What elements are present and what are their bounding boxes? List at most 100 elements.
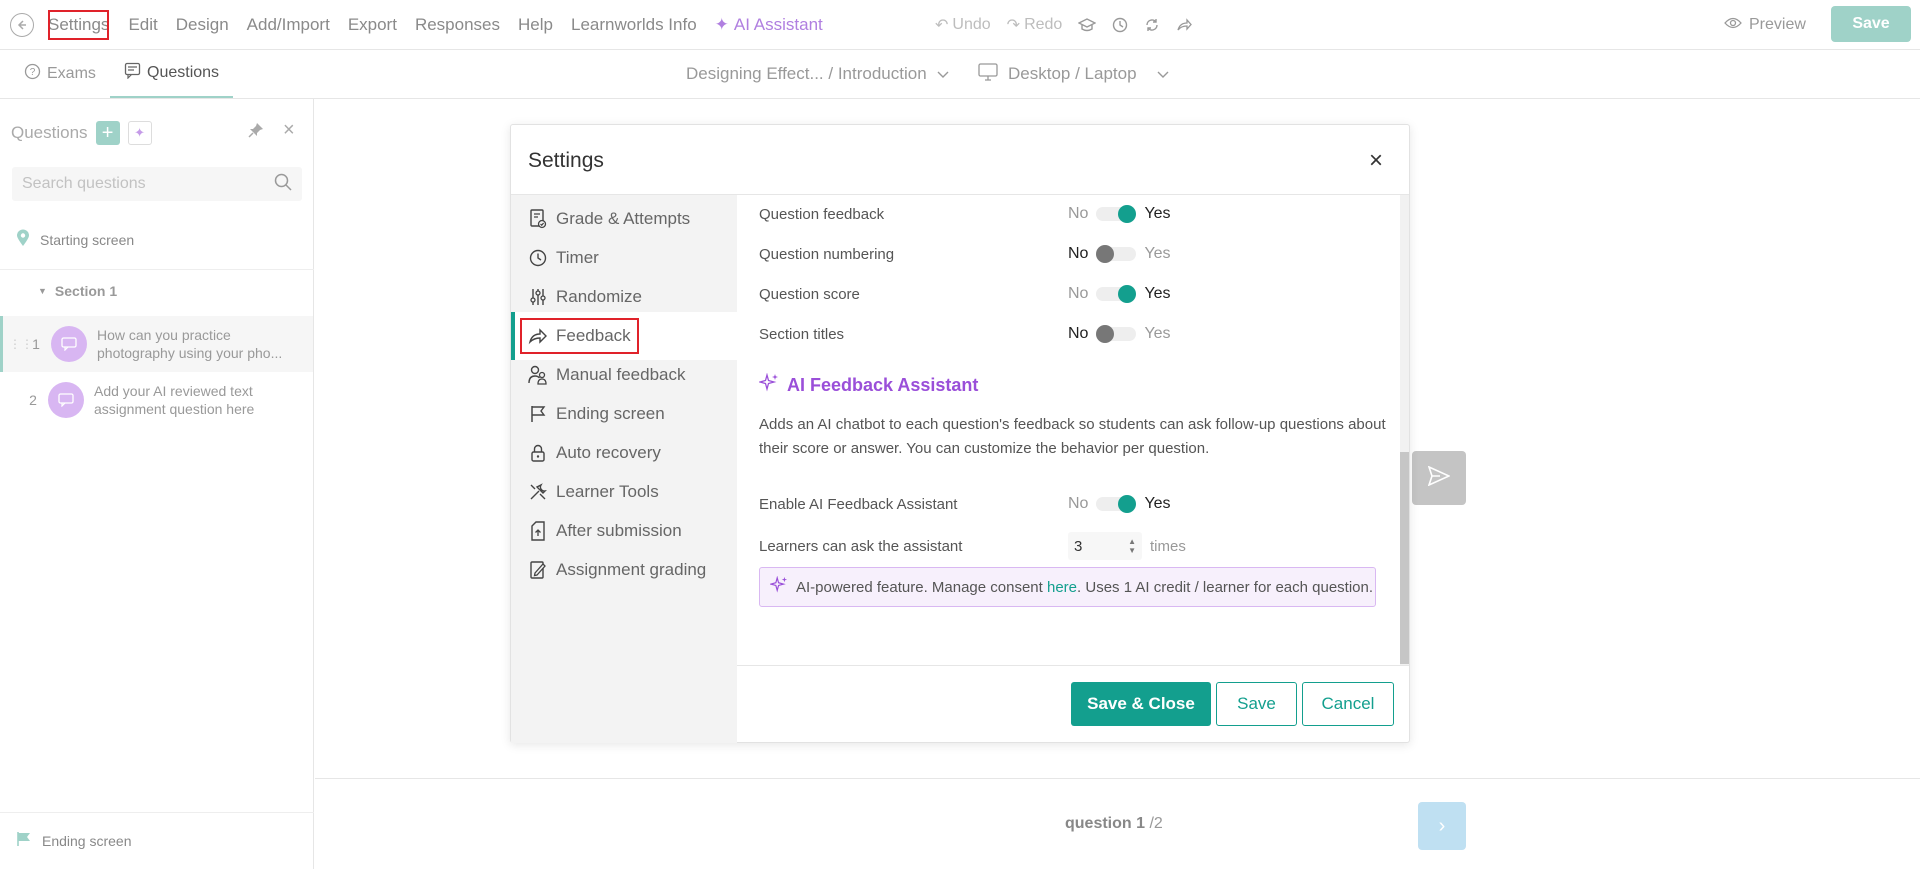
nav-assignment-grading[interactable]: Assignment grading bbox=[511, 546, 737, 594]
ending-screen-item[interactable]: Ending screen bbox=[16, 831, 132, 850]
drag-handle-icon[interactable]: ⋮⋮ bbox=[9, 337, 33, 351]
setting-label: Question score bbox=[759, 285, 860, 303]
cancel-button[interactable]: Cancel bbox=[1302, 682, 1394, 726]
quantity-stepper[interactable]: 3 ▲ ▼ bbox=[1068, 532, 1142, 560]
eye-icon bbox=[1724, 16, 1742, 34]
tab-questions-label: Questions bbox=[147, 64, 220, 81]
sparkle-icon: ✦ bbox=[714, 15, 729, 34]
chevron-right-icon: › bbox=[1438, 814, 1446, 837]
history-clock-icon[interactable] bbox=[1112, 17, 1128, 33]
toggle-knob bbox=[1096, 245, 1115, 263]
menu-edit[interactable]: Edit bbox=[119, 0, 166, 50]
setting-question-feedback: Question feedback No Yes bbox=[759, 200, 1379, 228]
back-arrow-icon[interactable] bbox=[10, 13, 34, 37]
toggle-no-label: No bbox=[1068, 245, 1089, 262]
chat-question-icon bbox=[48, 382, 84, 418]
toggle-knob bbox=[1118, 285, 1137, 303]
question-number: 2 bbox=[29, 392, 37, 408]
toggle-yes-label: Yes bbox=[1144, 495, 1171, 512]
nav-label: Feedback bbox=[556, 326, 631, 345]
chevron-down-icon bbox=[1157, 64, 1169, 84]
send-button[interactable] bbox=[1412, 451, 1466, 505]
undo-button[interactable]: ↶ Undo bbox=[935, 15, 991, 35]
divider bbox=[315, 778, 1920, 779]
scrollbar[interactable] bbox=[1400, 195, 1409, 665]
tab-exams-label: Exams bbox=[47, 65, 96, 82]
setting-label: Learners can ask the assistant bbox=[759, 537, 963, 555]
toggle-yes-label: Yes bbox=[1144, 245, 1171, 262]
nav-label: Grade & Attempts bbox=[556, 209, 691, 228]
question-numbering-toggle[interactable]: No Yes bbox=[1068, 245, 1171, 263]
menu-settings[interactable]: Settings bbox=[38, 0, 119, 50]
menu-ai-assistant[interactable]: ✦ AI Assistant bbox=[706, 0, 832, 50]
device-selector[interactable]: Desktop / Laptop bbox=[978, 50, 1169, 98]
sparkle-icon bbox=[757, 372, 779, 398]
nav-label: After submission bbox=[556, 521, 682, 540]
graduation-cap-icon[interactable] bbox=[1078, 17, 1097, 33]
modal-save-button[interactable]: Save bbox=[1216, 682, 1297, 726]
preview-button[interactable]: Preview bbox=[1724, 0, 1806, 50]
toggle-switch[interactable] bbox=[1096, 285, 1137, 303]
question-score-toggle[interactable]: No Yes bbox=[1068, 285, 1171, 303]
setting-enable-ai-feedback: Enable AI Feedback Assistant No Yes bbox=[759, 490, 1379, 518]
toggle-knob bbox=[1118, 495, 1137, 513]
questions-icon bbox=[124, 62, 141, 84]
manage-consent-link[interactable]: here bbox=[1047, 579, 1077, 596]
question-number: 1 bbox=[32, 336, 40, 352]
menu-learnworlds-info[interactable]: Learnworlds Info bbox=[562, 0, 706, 50]
share-icon[interactable] bbox=[1176, 17, 1193, 33]
nav-label: Learner Tools bbox=[556, 482, 659, 501]
menu-add-import[interactable]: Add/Import bbox=[238, 0, 339, 50]
starting-screen-item[interactable]: Starting screen bbox=[16, 229, 134, 250]
redo-button[interactable]: ↷ Redo bbox=[1007, 15, 1063, 35]
next-question-button[interactable]: › bbox=[1418, 802, 1466, 850]
toggle-switch[interactable] bbox=[1096, 205, 1137, 223]
ai-feedback-title: AI Feedback Assistant bbox=[787, 375, 979, 395]
sync-icon[interactable] bbox=[1144, 17, 1160, 33]
nav-label: Auto recovery bbox=[556, 443, 661, 462]
chevron-down-icon bbox=[937, 64, 949, 84]
top-toolbar: Settings Edit Design Add/Import Export R… bbox=[0, 0, 1920, 50]
lesson-selector[interactable]: Designing Effect... / Introduction bbox=[686, 50, 949, 98]
main-menu: Settings Edit Design Add/Import Export R… bbox=[38, 0, 832, 50]
question-counter: question 1 /2 bbox=[1065, 815, 1163, 833]
toggle-knob bbox=[1118, 205, 1137, 223]
save-close-button[interactable]: Save & Close bbox=[1071, 682, 1211, 726]
save-button[interactable]: Save bbox=[1831, 6, 1911, 42]
question-item[interactable]: ⋮⋮ 1 How can you practice photography us… bbox=[0, 316, 313, 372]
toggle-switch[interactable] bbox=[1096, 245, 1137, 263]
tab-questions[interactable]: Questions bbox=[110, 50, 234, 98]
close-sidebar-icon[interactable]: × bbox=[283, 119, 295, 142]
toggle-switch[interactable] bbox=[1096, 495, 1137, 513]
counter-current: question 1 bbox=[1065, 815, 1146, 832]
menu-export[interactable]: Export bbox=[339, 0, 406, 50]
redo-icon: ↷ bbox=[1006, 17, 1021, 34]
toggle-knob bbox=[1096, 325, 1115, 343]
redo-label: Redo bbox=[1024, 16, 1063, 33]
add-question-button[interactable]: + bbox=[95, 121, 120, 145]
share-arrow-icon bbox=[528, 326, 548, 346]
menu-design[interactable]: Design bbox=[167, 0, 238, 50]
starting-screen-label: Starting screen bbox=[40, 231, 135, 248]
stepper-arrows-icon[interactable]: ▲ ▼ bbox=[1128, 537, 1136, 555]
setting-section-titles: Section titles No Yes bbox=[759, 320, 1379, 348]
nav-label: Timer bbox=[556, 248, 599, 267]
toggle-switch[interactable] bbox=[1096, 325, 1137, 343]
question-feedback-toggle[interactable]: No Yes bbox=[1068, 205, 1171, 223]
close-icon[interactable]: × bbox=[1369, 147, 1383, 175]
sub-toolbar: ? Exams Questions Designing Effect... / … bbox=[0, 50, 1920, 99]
section-header[interactable]: ▼ Section 1 bbox=[38, 283, 117, 299]
enable-ai-toggle[interactable]: No Yes bbox=[1068, 495, 1171, 513]
menu-help[interactable]: Help bbox=[509, 0, 562, 50]
question-item[interactable]: ⋮⋮ 2 Add your AI reviewed text assignmen… bbox=[0, 372, 313, 428]
ai-generate-button[interactable]: ✦ bbox=[127, 121, 152, 145]
nav-label: Randomize bbox=[556, 287, 642, 306]
scrollbar-thumb[interactable] bbox=[1400, 452, 1409, 664]
menu-responses[interactable]: Responses bbox=[406, 0, 509, 50]
search-input[interactable]: Search questions bbox=[12, 167, 302, 201]
pin-icon[interactable] bbox=[248, 122, 264, 142]
tab-exams[interactable]: ? Exams bbox=[24, 50, 96, 98]
ai-consent-text: AI-powered feature. Manage consent here.… bbox=[796, 579, 1373, 596]
section-titles-toggle[interactable]: No Yes bbox=[1068, 325, 1171, 343]
upload-doc-icon bbox=[528, 521, 548, 541]
